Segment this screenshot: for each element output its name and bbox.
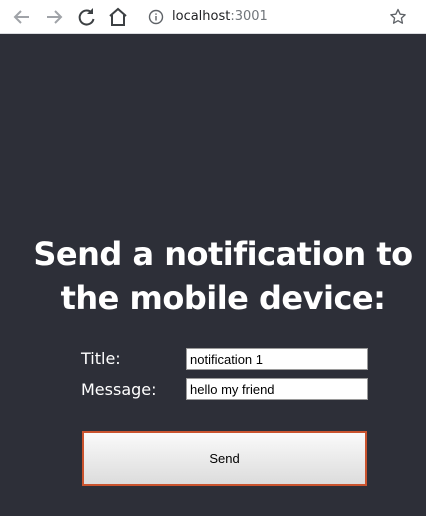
url-text: localhost:3001: [172, 9, 268, 25]
message-label: Message:: [81, 380, 157, 399]
send-button[interactable]: Send: [82, 431, 367, 486]
home-icon[interactable]: [106, 5, 130, 29]
url-host: localhost: [172, 9, 231, 24]
url-port: :3001: [230, 9, 268, 24]
reload-icon[interactable]: [74, 5, 98, 29]
page-heading: Send a notification to the mobile device…: [33, 235, 413, 317]
address-bar[interactable]: localhost:3001: [140, 4, 416, 30]
title-label: Title:: [81, 349, 121, 368]
title-input[interactable]: [186, 348, 368, 370]
message-input[interactable]: [186, 378, 368, 400]
browser-toolbar: localhost:3001: [0, 0, 426, 34]
info-icon[interactable]: [148, 9, 164, 25]
star-icon[interactable]: [388, 7, 408, 27]
back-arrow-icon[interactable]: [10, 5, 34, 29]
forward-arrow-icon[interactable]: [42, 5, 66, 29]
